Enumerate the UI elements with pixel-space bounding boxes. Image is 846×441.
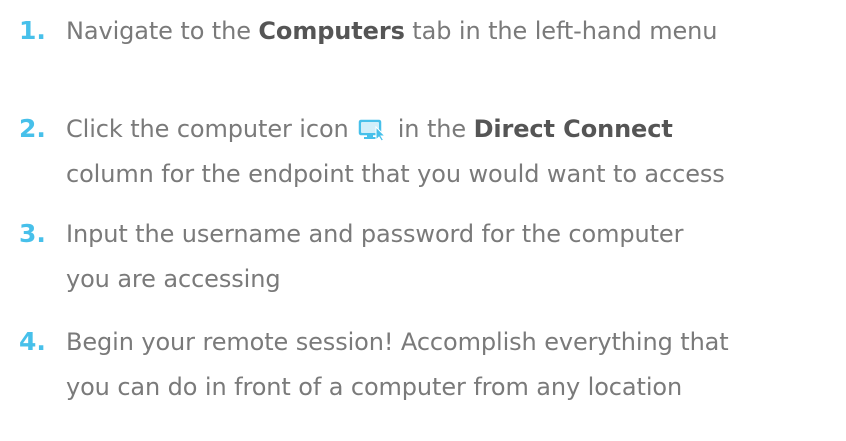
step-text-line-2: column for the endpoint that you would w… — [66, 160, 725, 188]
step-text-part: in the — [390, 115, 474, 143]
computer-connect-icon — [358, 104, 388, 142]
step-text-line-2: you are accessing — [66, 265, 281, 293]
step-number: 4. — [19, 327, 46, 356]
direct-connect-label: Direct Connect — [473, 115, 673, 143]
step-number: 1. — [19, 16, 46, 45]
step-text-line-2: you can do in front of a computer from a… — [66, 373, 683, 401]
step-text: Navigate to the Computers tab in the lef… — [66, 2, 718, 60]
step-number: 2. — [19, 114, 46, 143]
step-text-part: tab in the left-hand menu — [404, 17, 718, 45]
computers-tab-label: Computers — [258, 17, 405, 45]
step-text-part: Click the computer icon — [66, 115, 357, 143]
step-text-part: Navigate to the — [66, 17, 259, 45]
step-number: 3. — [19, 219, 46, 248]
